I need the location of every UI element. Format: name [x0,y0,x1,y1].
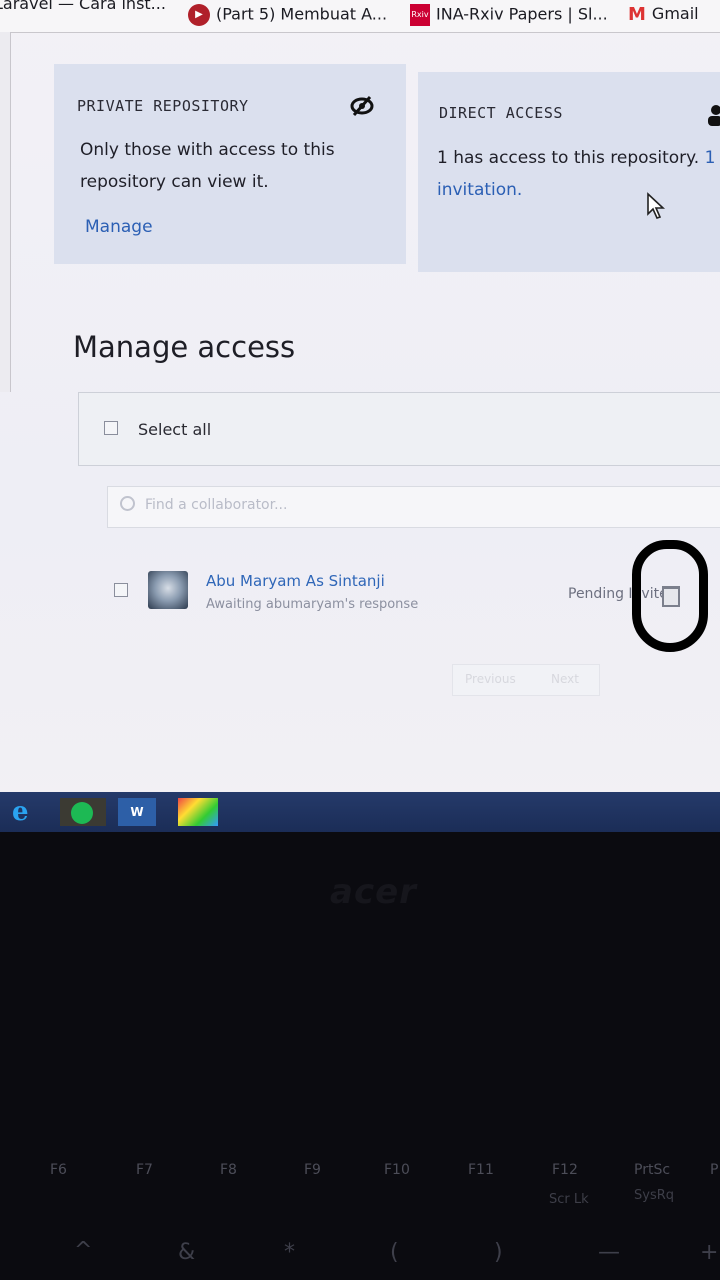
direct-access-count-text: 1 has access to this repository. [437,148,700,168]
bookmarks-bar: Laravel — Cara inst... ▶ (Part 5) Membuat… [0,0,720,33]
key-left-paren: ( [390,1240,399,1265]
select-all-label: Select all [138,420,212,439]
bookmark-label: Laravel — Cara inst... [0,0,166,13]
pagination: Previous Next [452,664,600,696]
next-button[interactable]: Next [551,672,579,686]
bookmark-part5[interactable]: ▶ (Part 5) Membuat A... [188,4,387,26]
key-scroll-lock: Scr Lk [549,1192,589,1207]
bookmark-gmail[interactable]: M Gmail [628,4,699,25]
collaborator-status-text: Awaiting abumaryam's response [206,597,419,612]
rxiv-icon: Rxiv [410,4,430,26]
edge-icon[interactable]: e [12,798,46,826]
gmail-icon: M [628,4,646,25]
search-icon [120,496,135,511]
direct-card-line1: 1 has access to this repository. 1 [437,142,715,174]
collaborator-checkbox[interactable] [114,583,128,597]
private-card-title: PRIVATE REPOSITORY [77,97,249,115]
key-ampersand: & [178,1240,196,1265]
avatar [148,571,188,609]
key-plus: + [700,1240,719,1265]
left-window-edge [0,32,11,392]
key-prtsc: PrtSc [634,1162,671,1178]
key-f6: F6 [50,1162,67,1178]
bookmark-label: Gmail [651,4,699,23]
black-marker-circle [632,540,708,652]
person-icon [708,105,720,126]
private-card-description: Only those with access to this repositor… [80,134,335,198]
bookmark-label: INA-Rxiv Papers | Sl... [436,4,608,24]
eye-slash-icon [350,96,374,116]
bookmark-laravel[interactable]: Laravel — Cara inst... [0,0,166,13]
manage-access-heading: Manage access [73,330,296,364]
invitation-link[interactable]: invitation. [437,174,715,206]
taskbar [0,792,720,832]
spotify-icon[interactable] [60,798,106,826]
private-card-line1: Only those with access to this [80,140,335,160]
key-f11: F11 [468,1162,494,1178]
private-card-line2: repository can view it. [80,172,269,192]
key-f8: F8 [220,1162,237,1178]
key-asterisk: * [284,1240,295,1265]
direct-card-description: 1 has access to this repository. 1 invit… [437,142,715,206]
search-placeholder: Find a collaborator... [145,497,288,513]
video-icon: ▶ [188,4,210,26]
key-right-paren: ) [494,1240,503,1265]
key-f9: F9 [304,1162,321,1178]
acer-logo: acer [330,872,417,912]
manage-link[interactable]: Manage [85,211,153,243]
key-f10: F10 [384,1162,410,1178]
word-icon[interactable]: W [118,798,156,826]
key-f7: F7 [136,1162,153,1178]
bookmark-label: (Part 5) Membuat A... [216,4,388,24]
mouse-cursor-icon [647,192,666,219]
key-dash: — [598,1240,620,1265]
key-pause: P [710,1162,719,1178]
previous-button[interactable]: Previous [465,672,516,686]
invitation-count-link[interactable]: 1 [705,148,716,168]
key-sysrq: SysRq [634,1188,675,1203]
key-caret: ^ [74,1238,93,1263]
laptop-screen: Laravel — Cara inst... ▶ (Part 5) Membuat… [0,0,720,832]
paint-icon[interactable] [178,798,218,826]
direct-card-title: DIRECT ACCESS [439,104,563,122]
collaborator-name-link[interactable]: Abu Maryam As Sintanji [206,572,385,590]
bookmark-inarxiv[interactable]: Rxiv INA-Rxiv Papers | Sl... [410,4,608,26]
select-all-checkbox[interactable] [104,421,118,435]
key-f12: F12 [552,1162,578,1178]
